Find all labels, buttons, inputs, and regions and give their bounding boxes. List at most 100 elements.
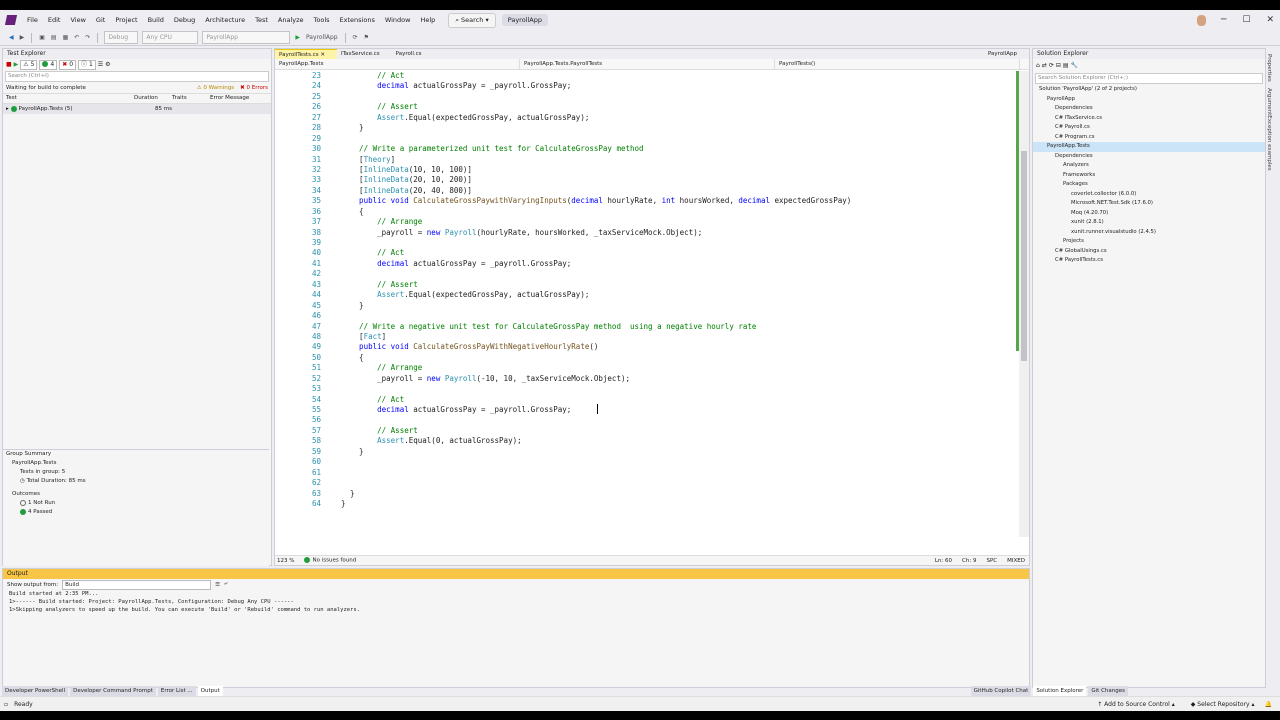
tree-item[interactable]: Solution 'PayrollApp' (2 of 2 projects): [1033, 85, 1265, 95]
hot-reload-icon[interactable]: ⟳: [350, 34, 361, 41]
test-search-input[interactable]: Search (Ctrl+I): [5, 71, 269, 82]
warnings-label[interactable]: ⚠ 0 Warnings: [197, 85, 234, 91]
nav-project-select[interactable]: PayrollApp.Tests: [275, 59, 520, 69]
code-line[interactable]: 53: [275, 384, 1017, 394]
word-wrap-icon[interactable]: ⤶: [224, 581, 227, 588]
properties-icon[interactable]: 🔧: [1071, 62, 1078, 69]
tab-payroll[interactable]: Payroll.cs: [392, 49, 434, 59]
tree-item[interactable]: Frameworks: [1033, 171, 1265, 181]
select-repository[interactable]: ◆ Select Repository ▴: [1191, 701, 1255, 708]
code-line[interactable]: 61: [275, 468, 1017, 478]
global-search[interactable]: ⌕ Search ▾: [448, 12, 496, 28]
tab-payrolltests[interactable]: PayrollTests.cs ✕: [275, 49, 337, 59]
code-line[interactable]: 48 [Fact]: [275, 332, 1017, 342]
tree-item[interactable]: C# ITaxService.cs: [1033, 114, 1265, 124]
code-line[interactable]: 56: [275, 415, 1017, 425]
column-test[interactable]: Test: [3, 94, 134, 103]
tab-project-dropdown[interactable]: PayrollApp: [984, 49, 1029, 59]
code-line[interactable]: 28 }: [275, 123, 1017, 133]
properties-tab[interactable]: Properties: [1266, 54, 1272, 82]
code-text-area[interactable]: 23 // Act 24 decimal actualGrossPay = _pa…: [275, 71, 1017, 537]
maximize-icon[interactable]: ☐: [1242, 15, 1250, 25]
menu-build[interactable]: Build: [143, 16, 169, 24]
not-run-count-badge[interactable]: ⓘ 1: [78, 59, 96, 70]
collapse-all-icon[interactable]: ⊟: [1056, 62, 1061, 69]
menu-project[interactable]: Project: [110, 16, 142, 24]
code-line[interactable]: 39: [275, 238, 1017, 248]
menu-git[interactable]: Git: [91, 16, 110, 24]
argumentexception-examples-tab[interactable]: ArgumentException examples: [1266, 88, 1272, 171]
tree-item[interactable]: Dependencies: [1033, 152, 1265, 162]
column-duration[interactable]: Duration: [134, 94, 172, 103]
menu-extensions[interactable]: Extensions: [335, 16, 380, 24]
tree-item[interactable]: C# GlobalUsings.cs: [1033, 247, 1265, 257]
startup-project-select[interactable]: PayrollApp: [202, 31, 291, 44]
code-line[interactable]: 57 // Assert: [275, 426, 1017, 436]
nav-type-select[interactable]: PayrollApp.Tests.PayrollTests: [520, 59, 775, 69]
code-line[interactable]: 55 decimal actualGrossPay = _payroll.Gro…: [275, 405, 1017, 415]
tree-item[interactable]: Moq (4.20.70): [1033, 209, 1265, 219]
run-icon[interactable]: ▶: [292, 34, 303, 41]
tab-developer-command-prompt[interactable]: Developer Command Prompt: [70, 686, 156, 696]
code-line[interactable]: 60: [275, 457, 1017, 467]
settings-icon[interactable]: ⚙: [105, 61, 110, 68]
tab-git-changes[interactable]: Git Changes: [1088, 686, 1128, 696]
minimize-icon[interactable]: ─: [1221, 15, 1226, 25]
tree-item[interactable]: Dependencies: [1033, 104, 1265, 114]
forward-icon[interactable]: ▶: [17, 34, 28, 41]
whitespace-mode[interactable]: SPC: [986, 558, 997, 564]
code-line[interactable]: 35 public void CalculateGrossPaywithVary…: [275, 196, 1017, 206]
tree-item[interactable]: Projects: [1033, 237, 1265, 247]
line-ending-mode[interactable]: MIXED: [1007, 558, 1025, 564]
menu-analyze[interactable]: Analyze: [273, 16, 309, 24]
redo-icon[interactable]: ↷: [82, 34, 93, 41]
code-line[interactable]: 42: [275, 269, 1017, 279]
column-error-message[interactable]: Error Message: [210, 94, 249, 103]
code-line[interactable]: 47 // Write a negative unit test for Cal…: [275, 322, 1017, 332]
tab-error-list[interactable]: Error List ...: [157, 686, 196, 696]
zoom-level[interactable]: 123 %: [277, 558, 294, 564]
code-line[interactable]: 37 // Arrange: [275, 217, 1017, 227]
show-all-files-icon[interactable]: ▤: [1063, 62, 1069, 69]
clear-output-icon[interactable]: ☰: [215, 582, 220, 588]
menu-help[interactable]: Help: [415, 16, 440, 24]
configuration-select[interactable]: Debug: [104, 31, 139, 44]
tree-item[interactable]: C# PayrollTests.cs: [1033, 256, 1265, 266]
summary-passed[interactable]: 4 Passed: [3, 508, 269, 517]
tree-item[interactable]: xunit (2.8.1): [1033, 218, 1265, 228]
code-line[interactable]: 30 // Write a parameterized unit test fo…: [275, 144, 1017, 154]
column-traits[interactable]: Traits: [172, 94, 210, 103]
tree-item[interactable]: C# Program.cs: [1033, 133, 1265, 143]
code-line[interactable]: 38 _payroll = new Payroll(hourlyRate, ho…: [275, 228, 1017, 238]
code-line[interactable]: 29: [275, 134, 1017, 144]
platform-select[interactable]: Any CPU: [142, 31, 199, 44]
code-line[interactable]: 40 // Act: [275, 248, 1017, 258]
code-line[interactable]: 33 [InlineData(20, 10, 200)]: [275, 175, 1017, 185]
code-line[interactable]: 36 {: [275, 207, 1017, 217]
solution-search-input[interactable]: Search Solution Explorer (Ctrl+;): [1035, 73, 1263, 84]
avatar[interactable]: [1197, 15, 1206, 26]
close-icon[interactable]: ✕: [1266, 15, 1274, 25]
warning-count-badge[interactable]: ⚠ 5: [20, 59, 38, 70]
passed-count-badge[interactable]: 4: [39, 59, 58, 70]
scrollbar-thumb[interactable]: [1021, 151, 1027, 361]
code-line[interactable]: 25: [275, 92, 1017, 102]
group-by-icon[interactable]: ☰: [98, 61, 103, 68]
code-line[interactable]: 31 [Theory]: [275, 155, 1017, 165]
output-source-select[interactable]: Build: [62, 579, 212, 590]
menu-architecture[interactable]: Architecture: [200, 16, 250, 24]
code-line[interactable]: 50 {: [275, 353, 1017, 363]
tab-output[interactable]: Output: [197, 686, 223, 696]
code-line[interactable]: 26 // Assert: [275, 102, 1017, 112]
code-line[interactable]: 51 // Arrange: [275, 363, 1017, 373]
tab-solution-explorer[interactable]: Solution Explorer: [1033, 686, 1087, 696]
run-all-icon[interactable]: ■: [6, 61, 12, 68]
code-line[interactable]: 43 // Assert: [275, 280, 1017, 290]
code-line[interactable]: 24 decimal actualGrossPay = _payroll.Gro…: [275, 81, 1017, 91]
tab-github-copilot-chat[interactable]: GitHub Copilot Chat: [970, 686, 1032, 696]
bookmark-icon[interactable]: ⚑: [361, 34, 372, 41]
menu-debug[interactable]: Debug: [169, 16, 200, 24]
refresh-icon[interactable]: ⟳: [1049, 62, 1054, 69]
undo-icon[interactable]: ↶: [71, 34, 82, 41]
summary-not-run[interactable]: 1 Not Run: [3, 499, 269, 508]
